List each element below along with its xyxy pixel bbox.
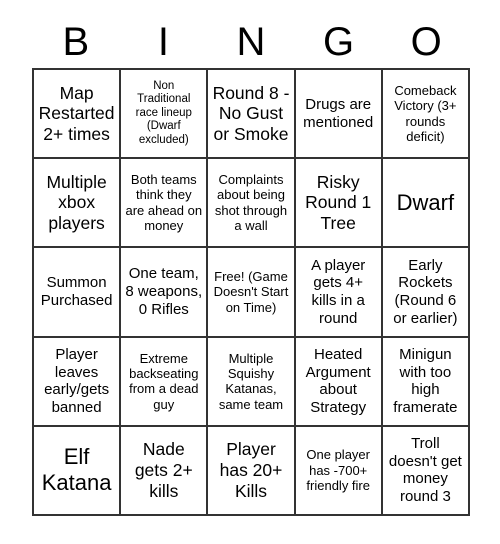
bingo-cell[interactable]: One player has -700+ friendly fire (295, 426, 383, 516)
header-letter-b: B (62, 20, 90, 64)
bingo-cell[interactable]: Both teams think they are ahead on money (121, 159, 209, 249)
bingo-cell[interactable]: Extreme backseating from a dead guy (121, 337, 209, 427)
bingo-cell-label: A player gets 4+ kills in a round (311, 256, 366, 327)
bingo-cell-label: Nade gets 2+ kills (134, 439, 193, 501)
bingo-cell[interactable]: Minigun with too high framerate (382, 337, 470, 427)
bingo-cell-label: Complaints about being shot through a wa… (214, 172, 288, 234)
bingo-cell-label: Early Rockets (Round 6 or earlier) (393, 256, 458, 327)
bingo-cell[interactable]: Comeback Victory (3+ rounds deficit) (382, 70, 470, 160)
bingo-cell[interactable]: Dwarf (382, 159, 470, 249)
bingo-cell-label: Multiple Squishy Katanas, same team (218, 350, 284, 412)
bingo-cell[interactable]: Risky Round 1 Tree (295, 159, 383, 249)
bingo-cell[interactable]: Map Restarted 2+ times (34, 70, 122, 160)
bingo-cell-label: Free! (Game Doesn't Start on Time) (213, 269, 289, 315)
bingo-cell-label: Drugs are mentioned (303, 95, 374, 131)
bingo-cell-label: One player has -700+ friendly fire (306, 447, 370, 494)
bingo-cell[interactable]: One team, 8 weapons, 0 Rifles (121, 248, 209, 338)
bingo-cell[interactable]: A player gets 4+ kills in a round (295, 248, 383, 338)
header-letter-i: I (157, 20, 169, 64)
bingo-cell[interactable]: Nade gets 2+ kills (121, 426, 209, 516)
bingo-cell[interactable]: Player has 20+ Kills (208, 426, 296, 516)
header-letter-o: O (410, 20, 442, 64)
bingo-cell[interactable]: Multiple Squishy Katanas, same team (208, 337, 296, 427)
bingo-cell-label: Comeback Victory (3+ rounds deficit) (394, 82, 457, 144)
bingo-cell[interactable]: Multiple xbox players (34, 159, 122, 249)
bingo-cell[interactable]: Round 8 - No Gust or Smoke (208, 70, 296, 160)
bingo-cell-free-space[interactable]: Free! (Game Doesn't Start on Time) (208, 248, 296, 338)
bingo-cell-label: Multiple xbox players (46, 171, 107, 234)
bingo-grid: Map Restarted 2+ times Non Traditional r… (32, 68, 470, 516)
bingo-cell-label: Player leaves early/gets banned (44, 345, 110, 416)
bingo-cell-label: Elf Katana (41, 444, 112, 496)
bingo-cell-label: Map Restarted 2+ times (38, 82, 115, 144)
bingo-card: B I N G O Map Restarted 2+ times Non Tra… (0, 0, 500, 544)
bingo-header-row: B I N G O (32, 16, 470, 68)
bingo-cell-label: Player has 20+ Kills (219, 439, 283, 501)
bingo-cell-label: One team, 8 weapons, 0 Rifles (125, 265, 203, 318)
bingo-cell[interactable]: Early Rockets (Round 6 or earlier) (382, 248, 470, 338)
bingo-cell-label: Dwarf (396, 189, 455, 215)
header-letter-n: N (236, 20, 266, 64)
bingo-cell-label: Non Traditional race lineup (Dwarf exclu… (135, 79, 192, 146)
bingo-cell-label: Both teams think they are ahead on money (125, 172, 203, 234)
bingo-cell-label: Minigun with too high framerate (393, 345, 458, 416)
bingo-cell[interactable]: Elf Katana (34, 426, 122, 516)
bingo-cell-label: Round 8 - No Gust or Smoke (212, 82, 290, 144)
bingo-cell-label: Heated Argument about Strategy (305, 345, 371, 416)
bingo-cell[interactable]: Complaints about being shot through a wa… (208, 159, 296, 249)
bingo-cell[interactable]: Drugs are mentioned (295, 70, 383, 160)
bingo-cell-label: Summon Purchased (40, 274, 113, 309)
bingo-cell[interactable]: Troll doesn't get money round 3 (382, 426, 470, 516)
bingo-cell-label: Extreme backseating from a dead guy (129, 350, 199, 412)
bingo-cell-label: Troll doesn't get money round 3 (388, 435, 462, 506)
bingo-cell-label: Risky Round 1 Tree (305, 171, 372, 234)
bingo-cell[interactable]: Player leaves early/gets banned (34, 337, 122, 427)
bingo-cell[interactable]: Heated Argument about Strategy (295, 337, 383, 427)
bingo-cell[interactable]: Non Traditional race lineup (Dwarf exclu… (121, 70, 209, 160)
bingo-cell[interactable]: Summon Purchased (34, 248, 122, 338)
header-letter-g: G (323, 20, 355, 64)
